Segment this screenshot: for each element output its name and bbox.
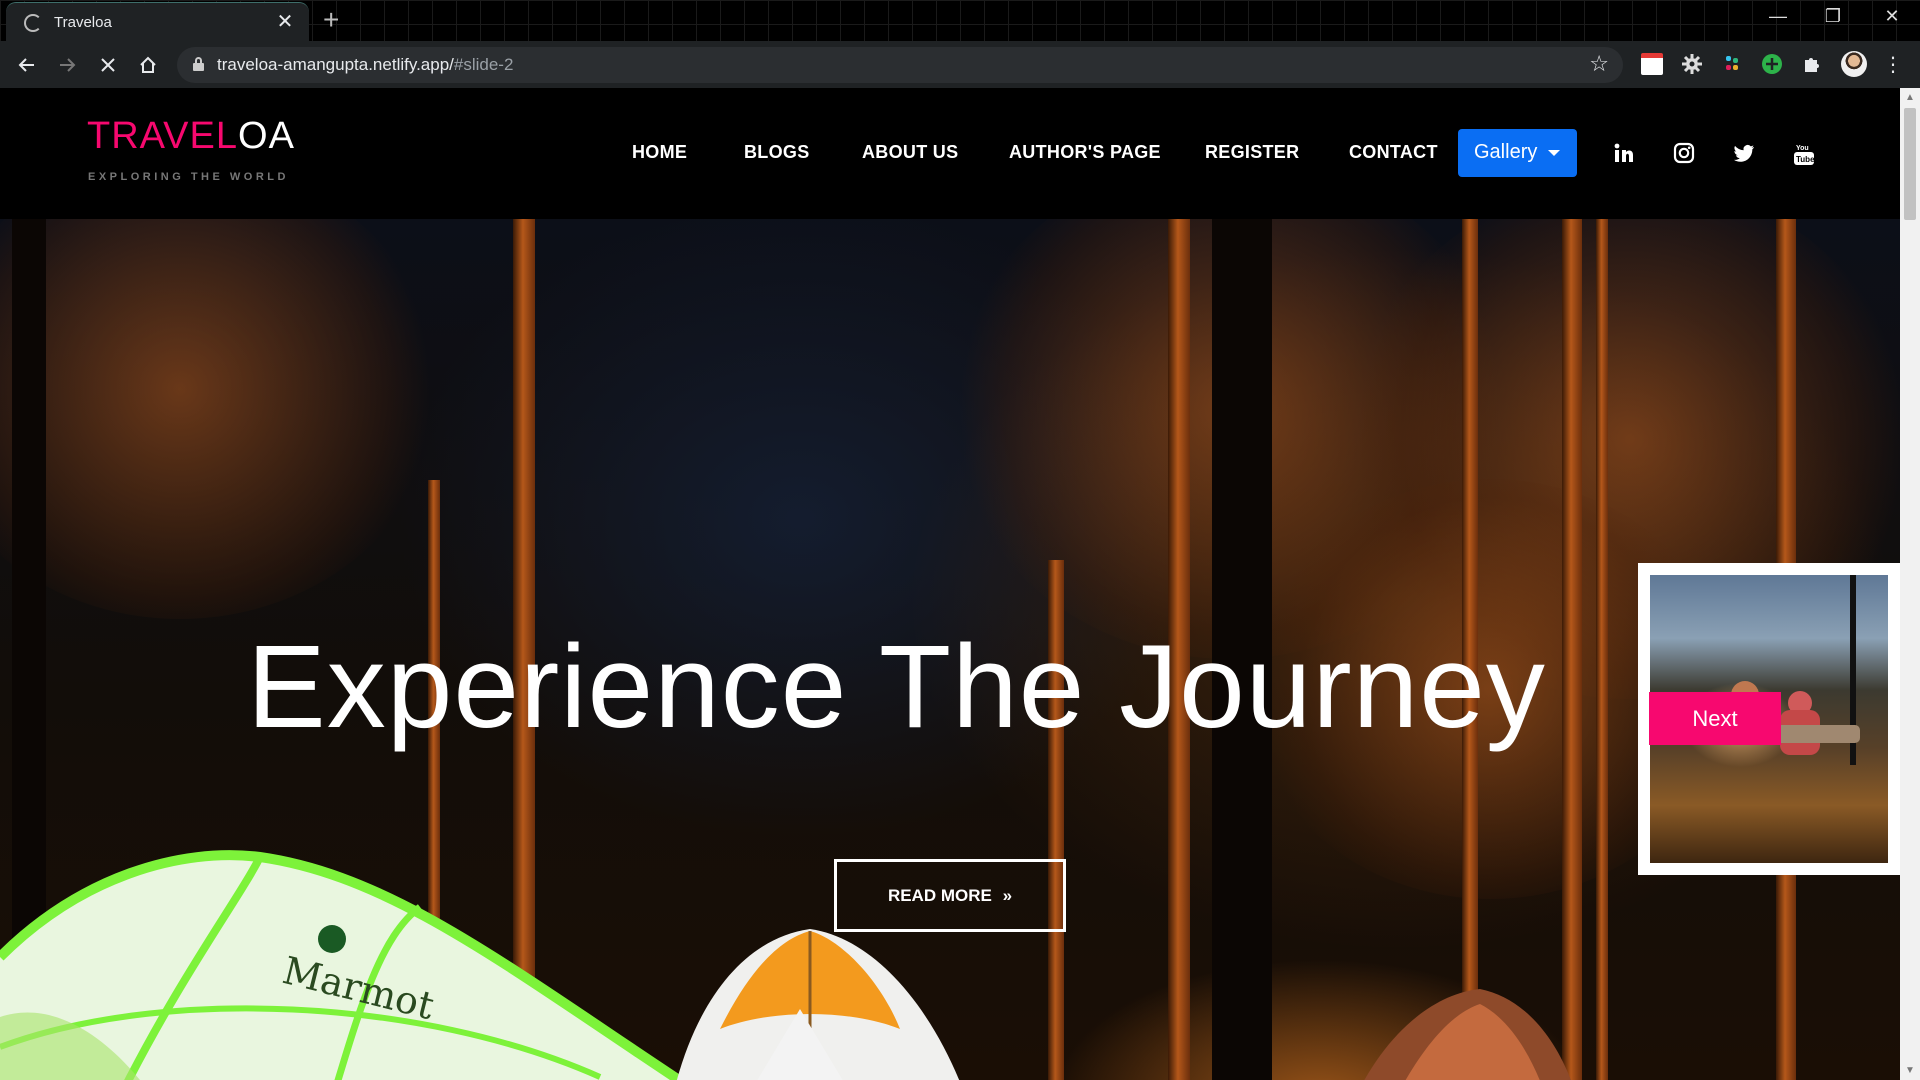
hero-slide-background: Marmot Experience The Journey READ MORE …: [0, 219, 1900, 1080]
site-logo[interactable]: TRAVELOA: [87, 115, 295, 158]
profile-avatar[interactable]: [1841, 51, 1867, 77]
tab-title: Traveloa: [54, 14, 112, 31]
tab-close-button[interactable]: ✕: [273, 10, 297, 34]
browser-menu-icon[interactable]: ⋮: [1877, 49, 1909, 81]
svg-text:Tube: Tube: [1796, 155, 1815, 164]
forward-button[interactable]: [51, 49, 83, 81]
logo-part-travel: TRAVEL: [87, 115, 239, 157]
nav-blogs[interactable]: BLOGS: [744, 142, 810, 163]
double-chevron-right-icon: »: [1002, 886, 1013, 905]
new-tab-button[interactable]: +: [323, 4, 339, 36]
site-header: TRAVELOA EXPLORING THE WORLD HOME BLOGS …: [0, 88, 1900, 219]
orange-tent-right-image: [1364, 989, 1571, 1080]
nav-authors-page[interactable]: AUTHOR'S PAGE: [1009, 142, 1161, 163]
scroll-down-icon[interactable]: ▼: [1900, 1065, 1920, 1076]
stop-loading-button[interactable]: [92, 49, 124, 81]
loading-favicon-icon: [24, 14, 42, 32]
linkedin-icon[interactable]: [1613, 142, 1635, 164]
add-extension-icon[interactable]: [1761, 53, 1783, 75]
browser-toolbar: traveloa-amangupta.netlify.app/#slide-2 …: [0, 41, 1920, 88]
address-bar[interactable]: traveloa-amangupta.netlify.app/#slide-2 …: [177, 47, 1623, 83]
url-host: traveloa-amangupta.netlify.app/: [217, 55, 454, 74]
gear-extension-icon[interactable]: [1681, 53, 1703, 75]
calendar-extension-icon[interactable]: [1641, 53, 1663, 75]
orange-tent-image: [676, 929, 960, 1080]
nav-register[interactable]: REGISTER: [1205, 142, 1299, 163]
tree-trunk: [1562, 219, 1582, 1080]
home-button[interactable]: [132, 49, 164, 81]
tree-trunk: [1596, 219, 1608, 1080]
forward-arrow-icon: [60, 58, 76, 72]
url-text: traveloa-amangupta.netlify.app/#slide-2: [217, 55, 513, 75]
logo-part-oa: OA: [238, 115, 295, 157]
stop-x-icon: [101, 58, 115, 72]
caret-down-icon: [1548, 150, 1560, 156]
svg-text:You: You: [1796, 145, 1809, 152]
nav-about-us[interactable]: ABOUT US: [862, 142, 958, 163]
back-arrow-icon: [18, 58, 34, 72]
browser-tab-bar: Traveloa ✕ + — ❐ ✕: [0, 0, 1920, 41]
twitter-icon[interactable]: [1733, 142, 1755, 164]
page-scrollbar[interactable]: ▲ ▼: [1900, 88, 1920, 1080]
scroll-up-icon[interactable]: ▲: [1900, 92, 1920, 103]
gallery-label: Gallery: [1474, 141, 1538, 163]
nav-home[interactable]: HOME: [632, 142, 687, 163]
window-restore-button[interactable]: ❐: [1813, 6, 1853, 27]
instagram-icon[interactable]: [1673, 142, 1695, 164]
read-more-button[interactable]: READ MORE »: [834, 859, 1066, 932]
back-button[interactable]: [11, 49, 43, 81]
gallery-dropdown-button[interactable]: Gallery: [1458, 129, 1577, 177]
read-more-label: READ MORE: [887, 886, 992, 905]
site-tagline: EXPLORING THE WORLD: [88, 171, 289, 183]
slack-extension-icon[interactable]: [1721, 53, 1743, 75]
scrollbar-thumb[interactable]: [1904, 108, 1916, 220]
lock-icon: [193, 57, 204, 71]
foliage-glow: [0, 219, 440, 619]
window-minimize-button[interactable]: —: [1758, 6, 1798, 27]
page-viewport: TRAVELOA EXPLORING THE WORLD HOME BLOGS …: [0, 88, 1900, 1080]
home-icon: [140, 56, 156, 73]
puzzle-extensions-icon[interactable]: [1801, 53, 1823, 75]
youtube-icon[interactable]: You Tube: [1793, 142, 1815, 165]
window-close-button[interactable]: ✕: [1872, 6, 1912, 27]
bookmark-star-icon[interactable]: ☆: [1589, 51, 1609, 77]
green-tent-image: Marmot: [0, 850, 688, 1080]
nav-contact[interactable]: CONTACT: [1349, 142, 1438, 163]
browser-tab-active[interactable]: Traveloa ✕: [6, 2, 309, 41]
next-slide-button[interactable]: Next: [1649, 692, 1781, 745]
hero-headline: Experience The Journey: [247, 621, 1546, 753]
url-path: #slide-2: [453, 55, 514, 74]
